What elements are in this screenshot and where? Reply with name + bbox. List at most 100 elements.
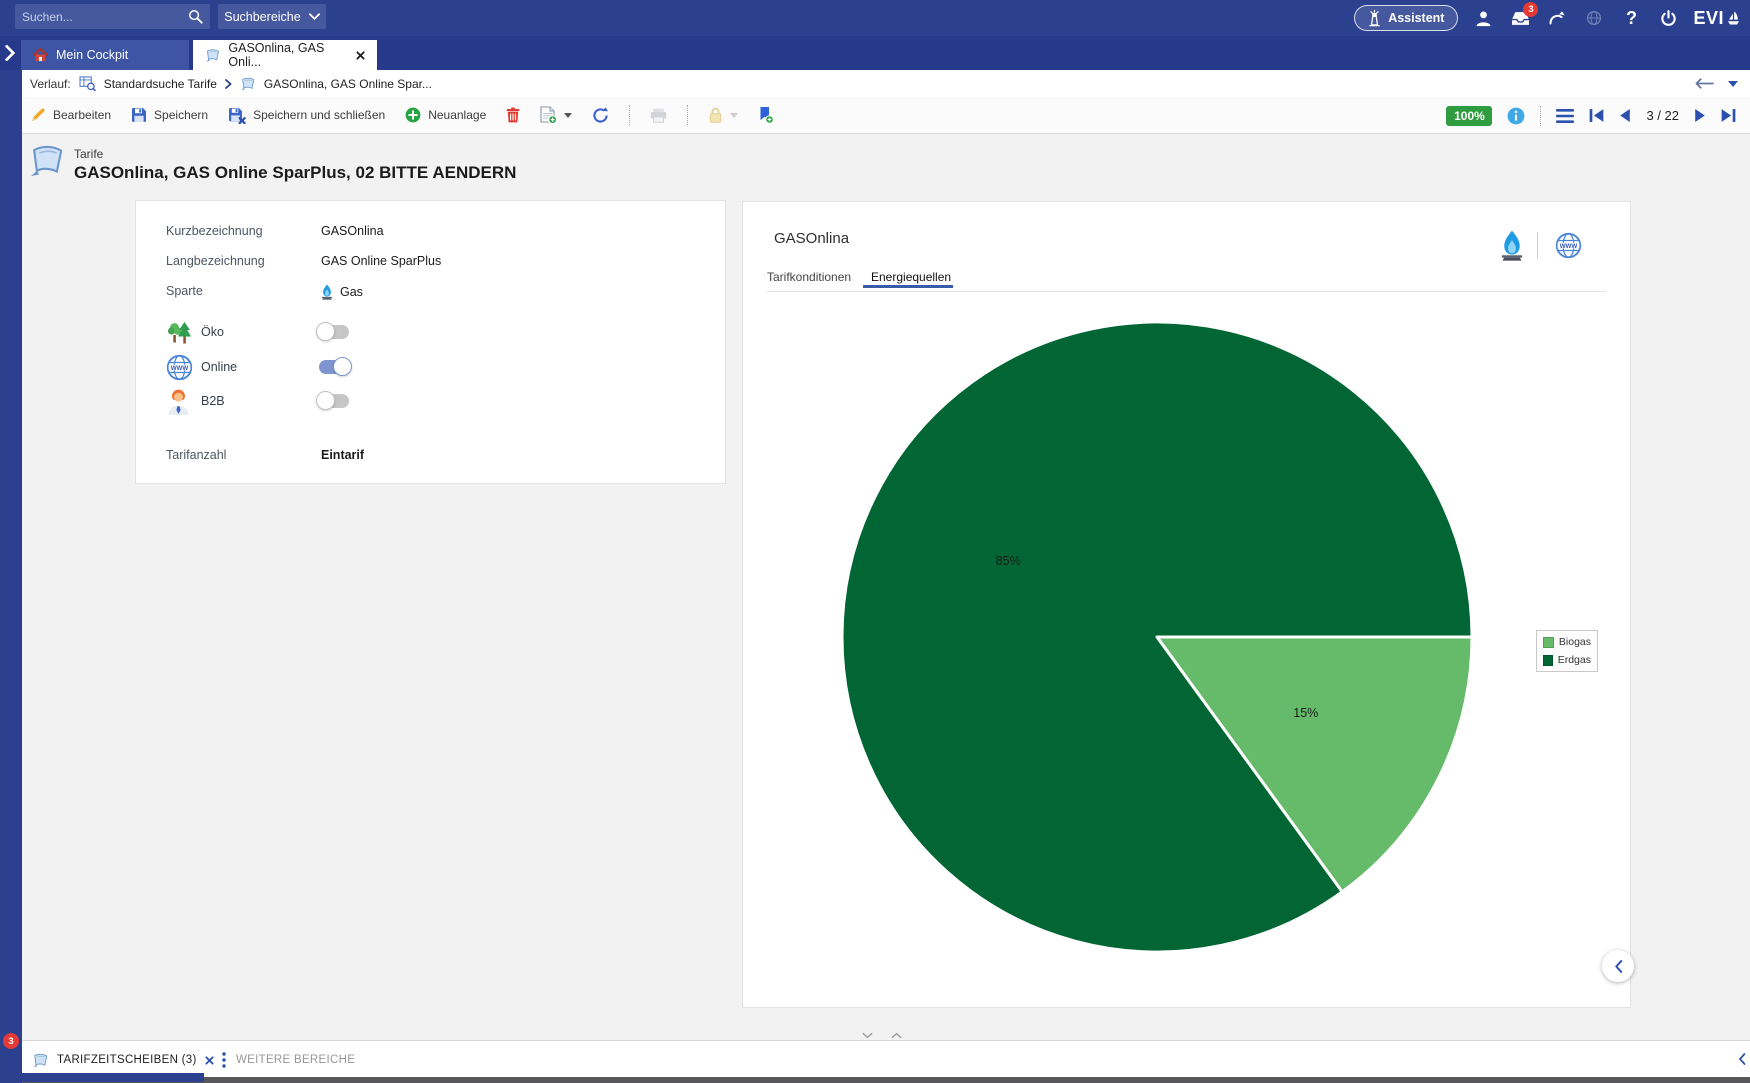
zoom-level-badge[interactable]: 100% (1446, 106, 1492, 126)
tariff-detail-card: GASOnlina Tarifkonditionen Energiequelle… (742, 201, 1631, 1008)
online-toggle[interactable] (319, 360, 349, 374)
close-tab-icon[interactable] (205, 1056, 214, 1065)
toggle-knob (316, 391, 335, 410)
chevron-right-icon (225, 79, 232, 89)
online-globe-icon (1555, 232, 1582, 259)
pie-slice-label-erdgas: 85% (996, 554, 1021, 568)
refresh-button[interactable] (592, 107, 609, 124)
notification-count-badge[interactable]: 3 (3, 1033, 19, 1049)
power-icon[interactable] (1656, 6, 1680, 30)
field-label-sparte: Sparte (166, 284, 203, 298)
last-record-icon[interactable] (1721, 109, 1736, 122)
expand-up-chevron[interactable] (891, 1032, 902, 1039)
left-rail: 3 (0, 36, 22, 1083)
chart-legend: Biogas Erdgas (1536, 630, 1598, 672)
save-close-button[interactable]: Speichern und schließen (228, 107, 385, 124)
history-dropdown-caret-icon[interactable] (1728, 81, 1738, 87)
tab-label: WEITERE BEREICHE (236, 1054, 355, 1066)
save-button[interactable]: Speichern (131, 107, 208, 123)
notebook-icon (32, 1053, 49, 1068)
create-label: Neuanlage (428, 108, 486, 122)
first-record-icon[interactable] (1589, 109, 1604, 122)
collapse-down-chevron[interactable] (862, 1032, 873, 1039)
floppy-close-icon (228, 107, 246, 124)
caret-down-icon (730, 113, 738, 118)
delete-button[interactable] (506, 107, 520, 123)
lock-icon (708, 107, 723, 123)
field-value-kurzbezeichnung[interactable]: GASOnlina (321, 224, 384, 238)
breadcrumb-actions (1695, 70, 1738, 97)
previous-record-icon[interactable] (1619, 109, 1631, 122)
assistant-button[interactable]: Assistent (1354, 5, 1458, 31)
record-type-label: Tarife (74, 147, 103, 161)
record-content-area: Tarife GASOnlina, GAS Online SparPlus, 0… (0, 134, 1750, 1040)
sailboat-icon (1727, 11, 1740, 26)
legend-swatch-biogas (1543, 637, 1554, 648)
sparte-value-text: Gas (340, 285, 363, 299)
breadcrumb-link-record[interactable]: GASOnlina, GAS Online Spar... (264, 77, 432, 91)
tab-tarifkonditionen[interactable]: Tarifkonditionen (767, 270, 851, 284)
tab-gasonlina-record[interactable]: GASOnlina, GAS Onli... (193, 40, 377, 70)
legend-label-erdgas: Erdgas (1558, 654, 1591, 666)
user-icon[interactable] (1471, 6, 1495, 30)
info-icon[interactable] (1507, 107, 1525, 125)
energy-sources-pie-chart: 15% 85% (743, 297, 1632, 977)
field-value-tarifanzahl[interactable]: Eintarif (321, 448, 364, 462)
next-record-icon[interactable] (1694, 109, 1706, 122)
toggle-label-b2b: B2B (201, 394, 225, 408)
record-title: GASOnlina, GAS Online SparPlus, 02 BITTE… (74, 163, 516, 183)
gas-flame-icon (1500, 230, 1524, 261)
header-divider (1537, 232, 1538, 259)
pie-slice-label-biogas: 15% (1293, 706, 1318, 720)
evi-logo: EVI (1693, 8, 1740, 29)
b2b-toggle[interactable] (319, 394, 349, 408)
history-back-icon[interactable] (1695, 78, 1714, 89)
eco-trees-icon (166, 319, 193, 345)
print-button[interactable] (650, 108, 667, 123)
redo-icon[interactable] (1545, 6, 1569, 30)
trash-icon (506, 107, 520, 123)
lighthouse-icon (1368, 10, 1381, 27)
search-icon[interactable] (188, 9, 203, 24)
help-icon[interactable]: ? (1619, 6, 1643, 30)
table-search-icon (79, 76, 96, 91)
field-value-langbezeichnung[interactable]: GAS Online SparPlus (321, 254, 441, 268)
oeko-toggle[interactable] (319, 325, 349, 339)
global-search-box (15, 4, 210, 29)
search-input[interactable] (22, 10, 188, 24)
expand-menu-chevron[interactable] (3, 45, 17, 61)
copy-record-button[interactable] (540, 106, 572, 124)
floppy-icon (131, 107, 147, 123)
active-tab-underline (863, 285, 953, 288)
toolbar-separator (687, 105, 688, 125)
notebook-icon (240, 77, 256, 91)
inbox-icon[interactable]: 3 (1508, 6, 1532, 30)
toggle-knob (316, 322, 335, 341)
breadcrumb-link-standardsuche[interactable]: Standardsuche Tarife (104, 77, 217, 91)
refresh-icon (592, 107, 609, 124)
tariff-form-card: Kurzbezeichnung GASOnlina Langbezeichnun… (135, 200, 726, 484)
create-new-button[interactable]: Neuanlage (405, 107, 486, 123)
grid-globe-icon[interactable] (1582, 6, 1606, 30)
lock-button[interactable] (708, 107, 738, 123)
field-label-kurzbezeichnung: Kurzbezeichnung (166, 224, 263, 238)
tab-mein-cockpit[interactable]: Mein Cockpit (21, 40, 189, 70)
menu-icon[interactable] (1556, 109, 1574, 123)
field-value-sparte[interactable]: Gas (321, 284, 363, 300)
collapse-bottom-panel-chevron[interactable] (1738, 1053, 1746, 1065)
inbox-count-badge: 3 (1523, 2, 1538, 17)
save-close-label: Speichern und schließen (253, 108, 385, 122)
caret-down-icon (564, 113, 572, 118)
close-tab-icon[interactable] (356, 51, 365, 60)
bottom-tab-bar: TARIFZEITSCHEIBEN (3) WEITERE BEREICHE (0, 1040, 1750, 1078)
bookmark-add-button[interactable] (758, 106, 774, 124)
field-label-langbezeichnung: Langbezeichnung (166, 254, 265, 268)
edit-button[interactable]: Bearbeiten (30, 107, 111, 123)
tab-energiequellen[interactable]: Energiequellen (871, 270, 951, 284)
tab-weitere-bereiche[interactable]: WEITERE BEREICHE (222, 1041, 355, 1079)
search-scope-dropdown[interactable]: Suchbereiche (218, 4, 326, 29)
toolbar-separator (1540, 106, 1541, 126)
tab-label: GASOnlina, GAS Onli... (228, 41, 348, 69)
collapse-panel-button[interactable] (1602, 950, 1634, 982)
bookmark-plus-icon (758, 106, 774, 124)
